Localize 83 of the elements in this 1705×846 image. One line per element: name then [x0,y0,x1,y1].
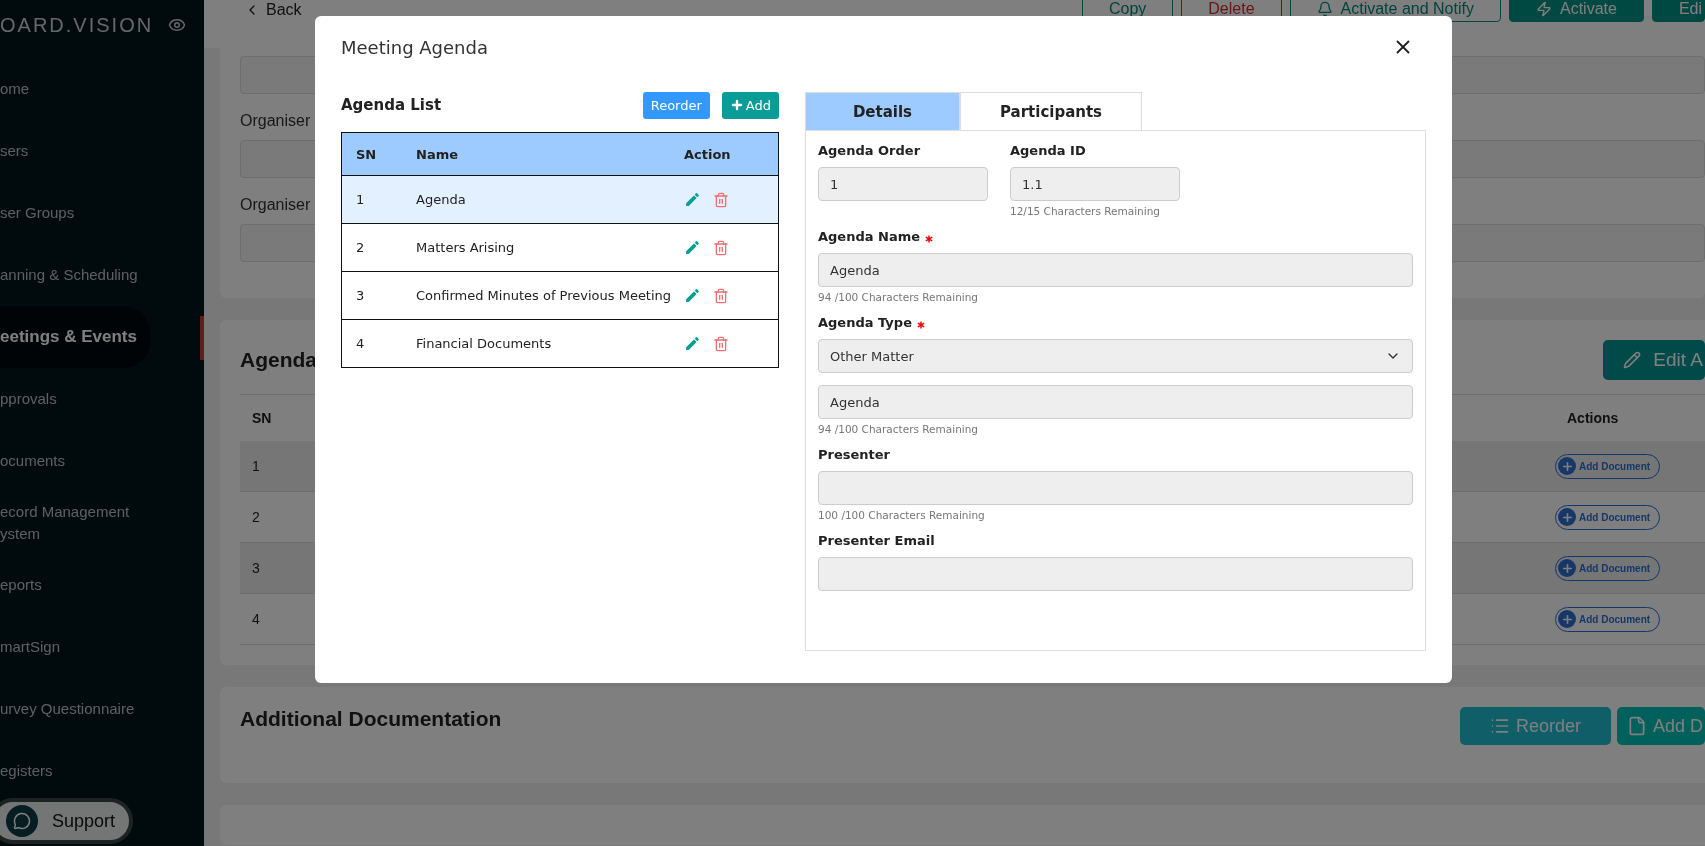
plus-circle-icon [1558,559,1576,577]
plus-circle-icon [1558,508,1576,526]
input-field[interactable] [818,557,1413,591]
reorder-button[interactable]: Reorder [1459,707,1611,745]
table-cell-text: 1 [355,192,366,207]
list-icon [1489,716,1510,736]
pencil-icon [1623,351,1642,369]
delete-icon[interactable] [713,191,729,208]
reorder-button[interactable]: Reorder [642,91,710,119]
edit-icon[interactable] [684,287,701,304]
select-field[interactable]: Other Matter [818,339,1413,373]
character-count: 100 /100 Characters Remaining [818,509,986,521]
eye-icon[interactable] [168,16,186,34]
table-cell-text: 1 [251,458,261,474]
plus-icon [729,98,744,112]
nav-item[interactable]: pprovals [0,368,71,430]
panel-title: Agenda List [341,96,442,114]
table-cell-text: 4 [251,611,261,627]
input-field[interactable]: 1.1 [1010,167,1180,201]
field-label: Organiser [240,112,311,130]
nav-item[interactable]: martSign [0,616,75,678]
brand-logo: OARD.VISION [0,13,154,37]
nav-item[interactable]: ocuments [0,430,80,492]
field-label: Presenter [818,447,890,464]
table-cell-text: Confirmed Minutes of Previous Meeting [416,288,673,303]
nav-item[interactable]: ome [0,58,44,120]
character-count: 94 /100 Characters Remaining [818,291,980,303]
modal-title: Meeting Agenda [341,36,488,58]
table-cell-text: Financial Documents [416,336,553,351]
delete-icon[interactable] [713,335,729,352]
field-label: Agenda Order [818,143,921,160]
bell-icon [1316,1,1333,17]
edit-icon[interactable] [684,191,701,208]
nav-item[interactable]: ecord Management ystem [0,492,164,554]
delete-icon[interactable] [713,239,729,256]
plus-circle-icon [1558,610,1576,628]
character-count: 12/15 Characters Remaining [1010,205,1161,217]
tab[interactable]: Participants [960,92,1142,130]
lightning-icon [1535,1,1552,17]
input-field[interactable]: 1 [818,167,988,201]
table-cell-text: 4 [355,336,366,351]
field-label: Agenda Type [818,315,912,332]
input-field[interactable]: Agenda [818,385,1413,419]
table-cell-text: Agenda [416,192,467,207]
nav-item[interactable]: urvey Questionnaire [0,678,149,740]
action-button[interactable]: Edi [1651,0,1705,22]
add-button[interactable]: Add D [1616,707,1705,745]
table-cell-text: 3 [355,288,366,303]
input-field[interactable] [818,471,1413,505]
edit-icon[interactable] [684,239,701,256]
edit-button[interactable]: Edit A [1603,340,1705,380]
section-title: Agenda [240,348,317,372]
column-header: SN [251,409,273,426]
column-header: SN [355,146,378,162]
delete-icon[interactable] [713,287,729,304]
field-label: Presenter Email [818,533,935,550]
nav-item[interactable]: sers [0,120,43,182]
tab[interactable]: Details [805,92,960,130]
add-button[interactable]: Add [721,91,779,119]
table-cell-text: 2 [355,240,366,255]
action-button[interactable]: Activate [1508,0,1644,22]
table-cell-text: Matters Arising [416,240,516,255]
input-field[interactable]: Agenda [818,253,1413,287]
character-count: 94 /100 Characters Remaining [818,423,980,435]
edit-icon[interactable] [684,335,701,352]
nav-item[interactable]: eports [0,554,56,616]
back-button[interactable]: Back [244,1,302,19]
nav-item[interactable]: eetings & Events [0,306,151,368]
plus-circle-icon [1558,457,1576,475]
section-title: Additional Documentation [240,707,502,731]
field-label: Agenda Name [818,229,921,246]
field-label: Agenda ID [1010,143,1086,160]
nav-item[interactable]: anning & Scheduling [0,244,152,306]
support-button[interactable]: Support [0,798,134,844]
table-row[interactable]: 1 Agenda [342,175,778,223]
nav-item[interactable]: ser Groups [0,182,89,244]
table-cell-text: 2 [251,509,261,525]
table-cell-text: 3 [251,560,261,576]
column-header: Actions [1566,409,1620,426]
field-label: Organiser [240,196,311,214]
column-header: Name [416,146,459,162]
column-header: Action [684,146,732,162]
chat-icon [6,805,38,837]
